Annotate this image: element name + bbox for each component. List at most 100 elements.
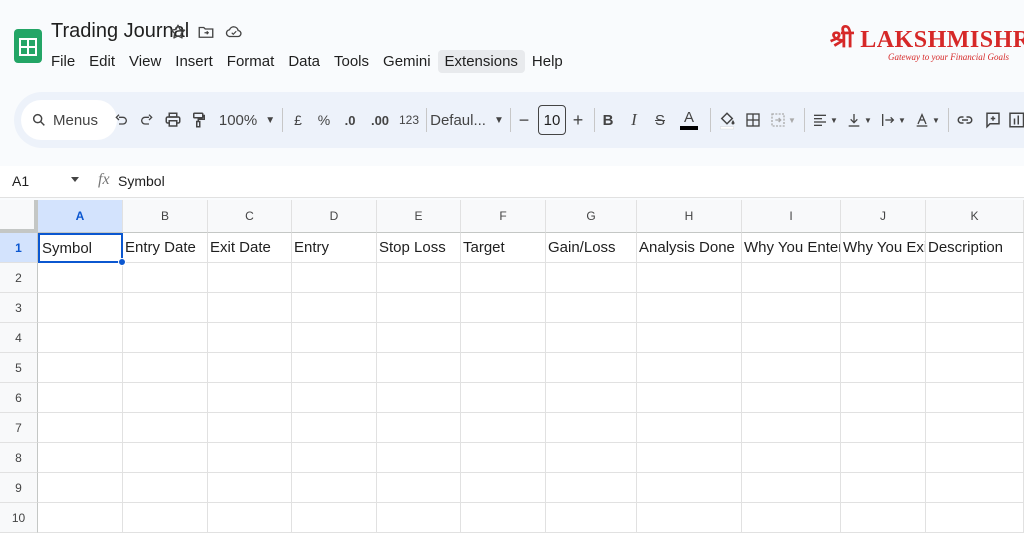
currency-format-button[interactable]: £ — [288, 106, 308, 134]
cell-g5[interactable] — [546, 353, 637, 383]
cell-g2[interactable] — [546, 263, 637, 293]
cell-i9[interactable] — [742, 473, 841, 503]
cell-c2[interactable] — [208, 263, 292, 293]
cell-a8[interactable] — [38, 443, 123, 473]
cell-h5[interactable] — [637, 353, 742, 383]
cell-i8[interactable] — [742, 443, 841, 473]
column-header-k[interactable]: K — [926, 200, 1024, 233]
cell-i2[interactable] — [742, 263, 841, 293]
cell-b4[interactable] — [123, 323, 208, 353]
cell-c3[interactable] — [208, 293, 292, 323]
cell-e8[interactable] — [377, 443, 461, 473]
cell-b8[interactable] — [123, 443, 208, 473]
row-header-9[interactable]: 9 — [0, 473, 38, 503]
font-family-dropdown[interactable]: Defaul... ▼ — [430, 106, 504, 134]
column-header-f[interactable]: F — [461, 200, 546, 233]
cell-k4[interactable] — [926, 323, 1024, 353]
cell-c10[interactable] — [208, 503, 292, 533]
cell-g9[interactable] — [546, 473, 637, 503]
cell-d4[interactable] — [292, 323, 377, 353]
zoom-dropdown[interactable]: 100% ▼ — [218, 106, 276, 134]
cell-h1[interactable]: Analysis Done — [637, 233, 742, 263]
cell-f7[interactable] — [461, 413, 546, 443]
horizontal-align-icon[interactable]: ▼ — [810, 106, 840, 134]
cell-e5[interactable] — [377, 353, 461, 383]
menu-file[interactable]: File — [44, 50, 82, 73]
cell-h3[interactable] — [637, 293, 742, 323]
column-header-b[interactable]: B — [123, 200, 208, 233]
cell-c8[interactable] — [208, 443, 292, 473]
cell-b1[interactable]: Entry Date — [123, 233, 208, 263]
cloud-saved-icon[interactable] — [224, 22, 244, 42]
decrease-font-size-button[interactable]: − — [516, 106, 532, 134]
cell-e10[interactable] — [377, 503, 461, 533]
cell-j9[interactable] — [841, 473, 926, 503]
cell-d3[interactable] — [292, 293, 377, 323]
cell-g4[interactable] — [546, 323, 637, 353]
cell-j8[interactable] — [841, 443, 926, 473]
cell-k5[interactable] — [926, 353, 1024, 383]
menu-help[interactable]: Help — [525, 50, 570, 73]
cell-k10[interactable] — [926, 503, 1024, 533]
cell-a7[interactable] — [38, 413, 123, 443]
insert-comment-icon[interactable] — [982, 106, 1004, 134]
text-color-button[interactable]: A — [678, 106, 700, 134]
cell-b2[interactable] — [123, 263, 208, 293]
cell-a5[interactable] — [38, 353, 123, 383]
row-header-5[interactable]: 5 — [0, 353, 38, 383]
cell-a9[interactable] — [38, 473, 123, 503]
column-header-a[interactable]: A — [38, 200, 123, 233]
menu-extensions[interactable]: Extensions — [437, 50, 525, 73]
name-box[interactable]: A1 — [12, 173, 29, 189]
column-header-h[interactable]: H — [637, 200, 742, 233]
cell-i1[interactable]: Why You Entered — [742, 233, 841, 263]
cell-a10[interactable] — [38, 503, 123, 533]
cell-j10[interactable] — [841, 503, 926, 533]
cell-j1[interactable]: Why You Exited — [841, 233, 926, 263]
merge-cells-icon[interactable]: ▼ — [768, 106, 798, 134]
cell-g8[interactable] — [546, 443, 637, 473]
cell-k9[interactable] — [926, 473, 1024, 503]
cell-e3[interactable] — [377, 293, 461, 323]
cell-f5[interactable] — [461, 353, 546, 383]
cell-d5[interactable] — [292, 353, 377, 383]
row-header-1[interactable]: 1 — [0, 233, 38, 263]
menu-tools[interactable]: Tools — [327, 50, 376, 73]
fill-handle[interactable] — [118, 258, 126, 266]
percent-format-button[interactable]: % — [314, 106, 334, 134]
cell-a3[interactable] — [38, 293, 123, 323]
insert-chart-icon[interactable] — [1008, 106, 1024, 134]
row-header-6[interactable]: 6 — [0, 383, 38, 413]
menu-edit[interactable]: Edit — [82, 50, 122, 73]
cell-a2[interactable] — [38, 263, 123, 293]
row-header-8[interactable]: 8 — [0, 443, 38, 473]
caret-down-icon[interactable] — [70, 176, 80, 184]
cell-c6[interactable] — [208, 383, 292, 413]
bold-button[interactable]: B — [600, 106, 616, 134]
cell-f4[interactable] — [461, 323, 546, 353]
cell-g10[interactable] — [546, 503, 637, 533]
increase-decimal-button[interactable]: .00 — [366, 106, 394, 134]
column-header-j[interactable]: J — [841, 200, 926, 233]
cell-d10[interactable] — [292, 503, 377, 533]
cell-j5[interactable] — [841, 353, 926, 383]
select-all-corner[interactable] — [0, 200, 38, 233]
cell-e1[interactable]: Stop Loss — [377, 233, 461, 263]
cell-d6[interactable] — [292, 383, 377, 413]
move-folder-icon[interactable] — [196, 22, 216, 42]
cell-i4[interactable] — [742, 323, 841, 353]
cell-k8[interactable] — [926, 443, 1024, 473]
cell-a6[interactable] — [38, 383, 123, 413]
cell-e2[interactable] — [377, 263, 461, 293]
font-size-input[interactable]: 10 — [538, 105, 566, 135]
cell-k6[interactable] — [926, 383, 1024, 413]
cell-b7[interactable] — [123, 413, 208, 443]
row-header-7[interactable]: 7 — [0, 413, 38, 443]
cell-e4[interactable] — [377, 323, 461, 353]
cell-c9[interactable] — [208, 473, 292, 503]
cell-f8[interactable] — [461, 443, 546, 473]
cell-b3[interactable] — [123, 293, 208, 323]
cell-j7[interactable] — [841, 413, 926, 443]
insert-link-icon[interactable] — [954, 106, 976, 134]
cell-d9[interactable] — [292, 473, 377, 503]
